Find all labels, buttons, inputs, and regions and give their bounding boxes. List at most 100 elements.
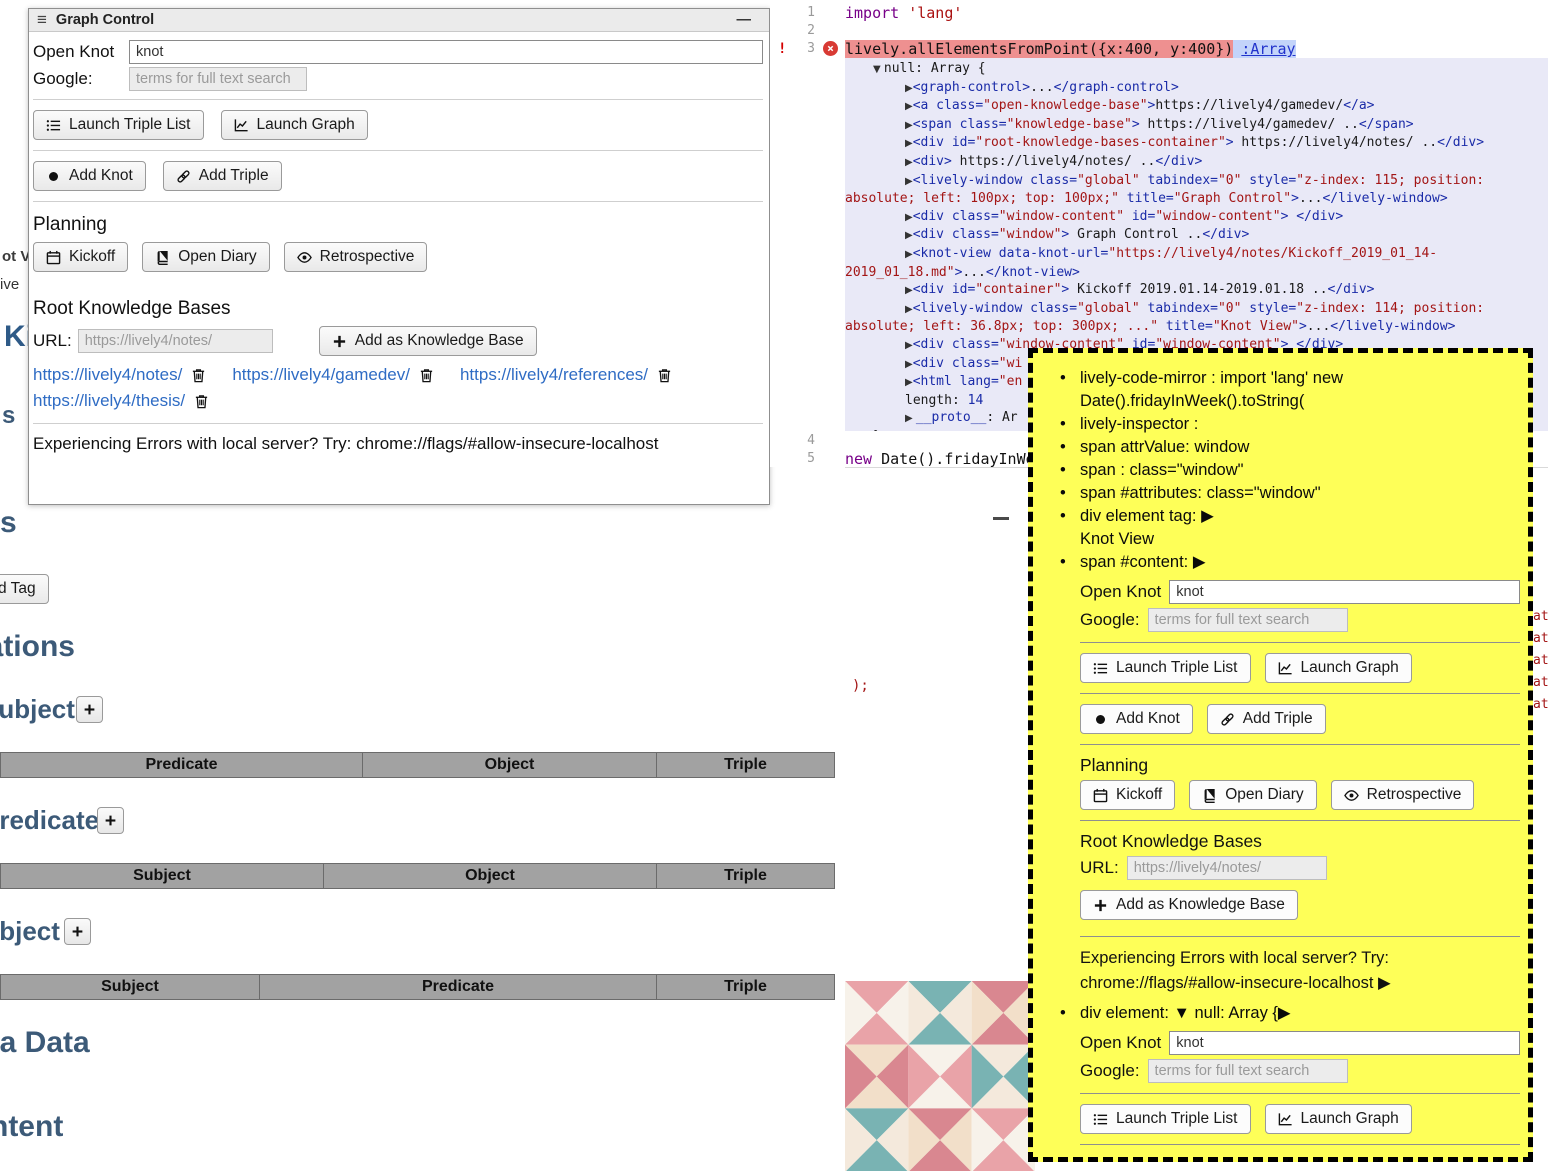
inspector-node[interactable]: ▶<a class="open-knowledge-base">https://… <box>845 97 1548 116</box>
knowledge-base-link[interactable]: https://lively4/thesis/ <box>33 391 185 411</box>
window-minimize-button[interactable] <box>993 517 1009 520</box>
overlay-open-knot-input[interactable] <box>1169 1031 1520 1055</box>
root-knowledge-bases-label: Root Knowledge Bases <box>33 298 763 320</box>
trash-icon <box>191 368 206 383</box>
add-subject-button[interactable] <box>76 696 103 723</box>
inspector-node[interactable]: ▶<lively-window class="global" tabindex=… <box>845 172 1548 191</box>
inspector-node[interactable]: ▶<knot-view data-knot-url="https://livel… <box>845 245 1548 264</box>
table-header-cell: Triple <box>656 863 835 889</box>
book-icon <box>1202 788 1217 803</box>
edge-text-fragment: at <box>1533 675 1548 690</box>
inspector-node[interactable]: ▶<span class="knowledge-base"> https://l… <box>845 116 1548 135</box>
add-knowledge-base-button[interactable]: Add as Knowledge Base <box>1080 890 1298 920</box>
add-knowledge-base-label: Add as Knowledge Base <box>355 332 524 350</box>
add-knowledge-base-button[interactable]: Add as Knowledge Base <box>319 326 537 356</box>
type-annotation-link[interactable]: :Array <box>1241 40 1295 58</box>
add-knot-button[interactable]: Add Knot <box>33 161 146 191</box>
knowledge-base-list: https://lively4/notes/ https://lively4/g… <box>33 365 763 411</box>
plus-icon <box>332 334 347 349</box>
kickoff-button[interactable]: Kickoff <box>33 242 128 272</box>
inspector-entry[interactable]: div element: ▼ null: Array {▶ <box>1047 1002 1520 1025</box>
window-titlebar[interactable]: ≡ Graph Control — <box>29 9 769 32</box>
launch-triple-list-label: Launch Triple List <box>1116 659 1238 677</box>
open-knot-input[interactable] <box>129 40 763 64</box>
launch-triple-list-button[interactable]: Launch Triple List <box>33 110 204 140</box>
error-badge[interactable] <box>823 41 838 56</box>
knowledge-base-link[interactable]: https://lively4/gamedev/ <box>232 365 410 385</box>
retrospective-button[interactable]: Retrospective <box>1331 780 1475 810</box>
inspector-hover-overlay: lively-code-mirror : import 'lang' new D… <box>1028 348 1533 1162</box>
window-menu-icon[interactable]: ≡ <box>37 10 47 30</box>
window-title: Graph Control <box>56 12 154 28</box>
chart-icon <box>1278 1112 1293 1127</box>
launch-graph-label: Launch Graph <box>1301 659 1399 677</box>
inspector-node[interactable]: ▶<graph-control>...</graph-control> <box>845 79 1548 98</box>
knowledge-base-url-input[interactable] <box>78 329 273 353</box>
inspector-node[interactable]: ▶<div id="container"> Kickoff 2019.01.14… <box>845 281 1548 300</box>
inspector-entry[interactable]: lively-code-mirror : import 'lang' new <box>1047 367 1520 390</box>
predicate-object-triple-table: Predicate Object Triple <box>0 752 835 778</box>
delete-knowledge-base-button[interactable] <box>657 368 672 383</box>
code-line-3: lively.allElementsFromPoint({x:400, y:40… <box>845 40 1296 58</box>
delete-knowledge-base-button[interactable] <box>191 368 206 383</box>
add-triple-button[interactable]: Add Triple <box>1207 704 1326 734</box>
divider <box>1080 1144 1520 1145</box>
add-predicate-button[interactable] <box>97 807 124 834</box>
chart-icon <box>1278 661 1293 676</box>
launch-graph-button[interactable]: Launch Graph <box>1265 653 1412 683</box>
table-header-cell: Subject <box>0 974 260 1000</box>
kickoff-button[interactable]: Kickoff <box>1080 780 1175 810</box>
launch-triple-list-button[interactable]: Launch Triple List <box>1080 1104 1251 1134</box>
circle-icon <box>46 169 61 184</box>
book-icon <box>155 250 170 265</box>
open-knot-label: Open Knot <box>33 42 123 62</box>
inspector-node[interactable]: ▶<div id="root-knowledge-bases-container… <box>845 134 1548 153</box>
inspector-entry[interactable]: lively-inspector : <box>1047 413 1520 436</box>
launch-triple-list-label: Launch Triple List <box>69 116 191 134</box>
retrospective-button[interactable]: Retrospective <box>284 242 428 272</box>
add-object-button[interactable] <box>64 918 91 945</box>
inspector-node[interactable]: 2019_01_18.md">...</knot-view> <box>845 264 1548 282</box>
open-diary-button[interactable]: Open Diary <box>142 242 269 272</box>
inspector-node[interactable]: ▶<lively-window class="global" tabindex=… <box>845 300 1548 319</box>
inspector-node[interactable]: ▶<div> https://lively4/notes/ ..</div> <box>845 153 1548 172</box>
inspector-entry[interactable]: div element tag: ▶ <box>1047 505 1520 528</box>
open-diary-button[interactable]: Open Diary <box>1189 780 1316 810</box>
add-knot-button[interactable]: Add Knot <box>1080 704 1193 734</box>
add-triple-button[interactable]: Add Triple <box>163 161 282 191</box>
plus-icon <box>71 925 84 938</box>
inspector-node[interactable]: ▶<div class="window-content" id="window-… <box>845 208 1548 227</box>
inspector-node[interactable]: absolute; left: 100px; top: 100px;" titl… <box>845 190 1548 208</box>
overlay-knowledge-base-url-input[interactable] <box>1127 856 1327 880</box>
delete-knowledge-base-button[interactable] <box>419 368 434 383</box>
overlay-open-knot-input[interactable] <box>1169 580 1520 604</box>
inspector-node[interactable]: ▼ null: Array { <box>845 60 1548 79</box>
add-knot-label: Add Knot <box>69 167 133 185</box>
inspector-entry[interactable]: span attrValue: window <box>1047 436 1520 459</box>
overlay-google-search-input[interactable] <box>1148 608 1348 632</box>
knowledge-base-link[interactable]: https://lively4/references/ <box>460 365 648 385</box>
inspector-node[interactable]: absolute; left: 36.8px; top: 300px; ..."… <box>845 318 1548 336</box>
retrospective-label: Retrospective <box>320 248 415 266</box>
embedded-graph-control: Open Knot Google: Launch Triple List Lau… <box>1080 1031 1520 1145</box>
knowledge-base-link[interactable]: https://lively4/notes/ <box>33 365 182 385</box>
launch-graph-button[interactable]: Launch Graph <box>221 110 368 140</box>
inspector-entry[interactable]: span #attributes: class="window" <box>1047 482 1520 505</box>
code-fragment: ); <box>852 678 869 694</box>
add-knowledge-base-label: Add as Knowledge Base <box>1116 896 1285 914</box>
delete-knowledge-base-button[interactable] <box>194 394 209 409</box>
inspector-entry[interactable]: span #content: ▶ <box>1047 551 1520 574</box>
list-icon <box>1093 1112 1108 1127</box>
content-heading: Content <box>0 1110 63 1144</box>
launch-triple-list-button[interactable]: Launch Triple List <box>1080 653 1251 683</box>
window-minimize-button[interactable]: — <box>737 12 752 28</box>
inspector-node[interactable]: ▶<div class="window"> Graph Control ..</… <box>845 226 1548 245</box>
heading-fragment: s <box>2 402 15 430</box>
open-diary-label: Open Diary <box>178 248 256 266</box>
google-search-input[interactable] <box>129 67 307 91</box>
calendar-icon <box>1093 788 1108 803</box>
inspector-entry[interactable]: span : class="window" <box>1047 459 1520 482</box>
launch-graph-button[interactable]: Launch Graph <box>1265 1104 1412 1134</box>
add-tag-button[interactable]: Add Tag <box>0 574 49 604</box>
overlay-google-search-input[interactable] <box>1148 1059 1348 1083</box>
